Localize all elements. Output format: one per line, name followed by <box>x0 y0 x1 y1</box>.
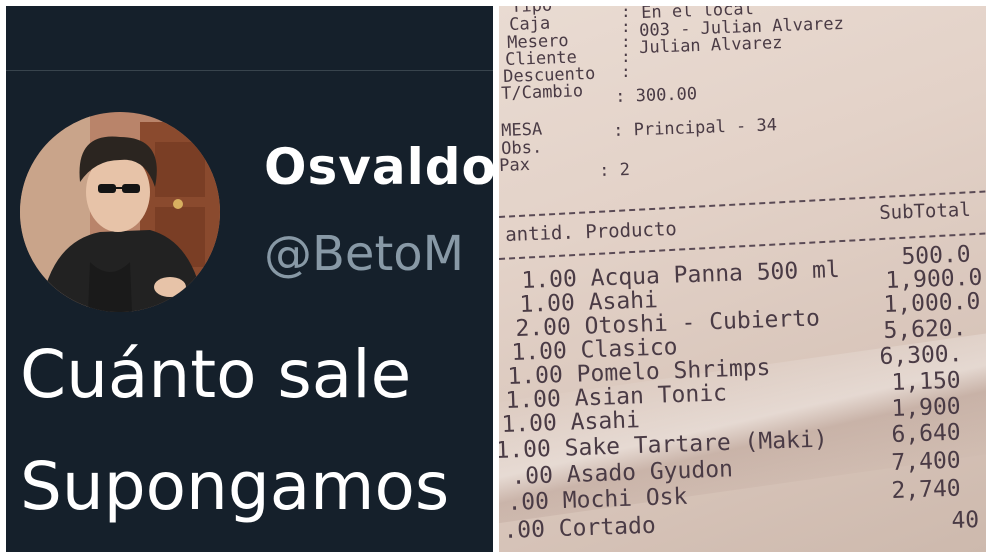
receipt-label-tcambio: T/Cambio <box>500 81 584 104</box>
receipt-item-line: .00 Cortado <box>503 512 657 544</box>
avatar-photo <box>20 112 220 312</box>
receipt-item-amount: 6,640 <box>891 419 962 448</box>
receipt-value-mesero: Julian Alvarez <box>638 33 783 58</box>
header-divider <box>6 70 493 71</box>
user-handle[interactable]: @BetoM <box>264 226 464 282</box>
receipt-item-amount: 1,900 <box>891 393 962 422</box>
avatar[interactable] <box>20 112 220 312</box>
receipt-item-amount: 40 <box>951 507 980 534</box>
receipt-column-product: antid. Producto <box>504 218 678 246</box>
receipt-value-mesa: : Principal - 34 <box>612 115 778 141</box>
receipt-item-amount: 1,150 <box>891 367 962 396</box>
receipt-value-pax: : 2 <box>598 159 631 181</box>
display-name[interactable]: Osvaldo <box>264 138 493 196</box>
tweet-text-line-2: Supongamos <box>20 448 450 525</box>
tweet-text-line-1: Cuánto sale <box>20 336 412 413</box>
receipt-item-amount: 1,000.0 <box>883 288 981 318</box>
receipt-label-caja: Caja <box>508 13 551 35</box>
receipt-photo: Tipo Caja Mesero Cliente Descuento T/Cam… <box>499 6 986 552</box>
receipt-item-amount: 5,620. <box>883 315 967 344</box>
receipt-item-amount: 7,400 <box>891 447 962 476</box>
receipt-label-mesa: MESA <box>500 119 543 141</box>
receipt-value-tcambio: : 300.00 <box>614 84 698 107</box>
receipt-label-pax: Pax <box>499 154 531 176</box>
receipt-item-line: 1.00 Acqua Panna 500 ml <box>521 256 841 294</box>
receipt-item-amount: 6,300. <box>879 341 963 370</box>
tweet-panel: Osvaldo @BetoM Cuánto sale Supongamos <box>6 6 493 552</box>
receipt-item-amount: 2,740 <box>891 475 962 504</box>
receipt-column-subtotal: SubTotal <box>878 198 972 224</box>
receipt-colon-column: ::::: <box>621 6 631 81</box>
receipt-item-line: .00 Mochi Osk <box>507 483 688 516</box>
